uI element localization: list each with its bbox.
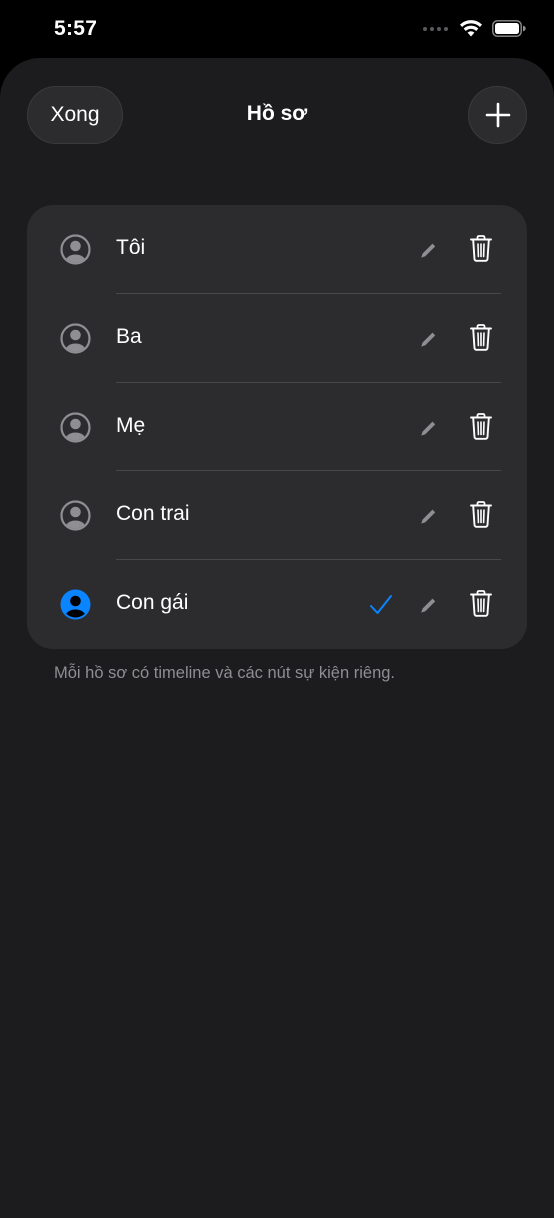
pencil-icon[interactable]	[416, 327, 440, 351]
person-circle-icon	[60, 411, 91, 443]
profile-row[interactable]: Con gái	[27, 560, 527, 649]
person-circle-icon	[60, 323, 91, 354]
add-profile-button[interactable]	[468, 86, 527, 144]
trash-icon[interactable]	[470, 323, 492, 351]
trash-icon[interactable]	[470, 590, 492, 617]
pencil-icon[interactable]	[416, 238, 440, 262]
status-icons	[423, 20, 526, 37]
cellular-signal-icon	[423, 26, 448, 31]
wifi-icon	[460, 20, 482, 37]
profile-list: Tôi Ba Mẹ Con trai Con gái	[27, 205, 527, 649]
person-circle-icon	[60, 500, 91, 531]
profile-name: Tôi	[116, 236, 146, 259]
person-circle-icon	[60, 234, 91, 265]
pencil-icon[interactable]	[416, 593, 440, 617]
profile-name: Mẹ	[116, 413, 146, 437]
status-bar: 5:57	[0, 0, 554, 60]
profile-name: Ba	[116, 324, 142, 348]
footer-note: Mỗi hồ sơ có timeline và các nút sự kiện…	[54, 664, 396, 682]
trash-icon[interactable]	[470, 235, 492, 262]
profile-row[interactable]: Ba	[27, 294, 527, 383]
profiles-sheet: Xong Hồ sơ Tôi Ba Mẹ Con trai Con gái Mỗ…	[0, 58, 554, 1218]
profile-row[interactable]: Con trai	[27, 471, 527, 561]
pencil-icon[interactable]	[416, 416, 440, 440]
plus-icon	[485, 102, 510, 128]
trash-icon[interactable]	[470, 412, 492, 440]
person-circle-fill-icon	[60, 589, 91, 620]
checkmark-icon	[370, 595, 392, 615]
battery-icon	[492, 20, 526, 37]
profile-name: Con trai	[116, 502, 190, 526]
profile-name: Con gái	[116, 591, 189, 615]
status-time: 5:57	[54, 17, 98, 40]
profile-row[interactable]: Tôi	[27, 205, 527, 294]
profile-row[interactable]: Mẹ	[27, 383, 527, 472]
trash-icon[interactable]	[470, 501, 492, 529]
pencil-icon[interactable]	[416, 504, 440, 528]
